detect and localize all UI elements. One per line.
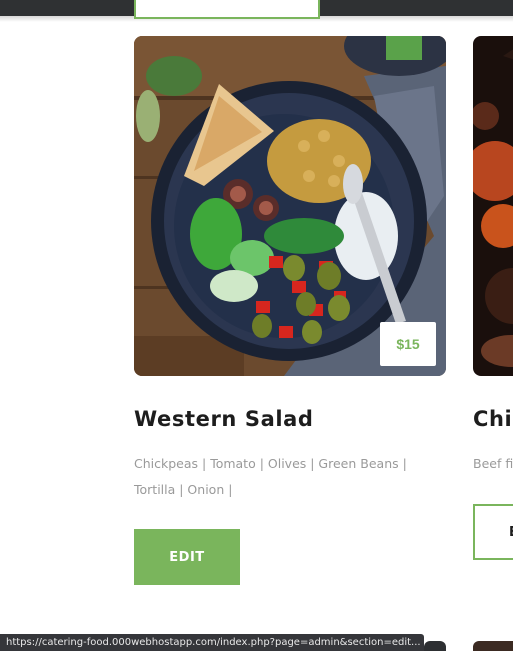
chili-photo [473, 36, 513, 376]
card-image-chili[interactable] [473, 36, 513, 376]
card-description-2: Beef fi [473, 456, 513, 471]
page: $15 Western Salad Chickpeas | Tomato | O… [0, 0, 513, 651]
edit-button-2[interactable]: E [473, 504, 513, 560]
edit-button[interactable]: EDIT [134, 529, 240, 585]
next-card-image[interactable] [424, 641, 446, 651]
price-badge: $15 [380, 322, 436, 366]
card-title-2: Chil [473, 407, 513, 431]
link-status-bar: https://catering-food.000webhostapp.com/… [0, 634, 424, 651]
next-card-image-2[interactable] [473, 641, 513, 651]
card-description-line-2: Tortilla | Onion | [134, 482, 233, 497]
previous-edit-button[interactable] [134, 0, 320, 19]
card-description-line-1: Chickpeas | Tomato | Olives | Green Bean… [134, 456, 407, 471]
card-title: Western Salad [134, 407, 314, 431]
